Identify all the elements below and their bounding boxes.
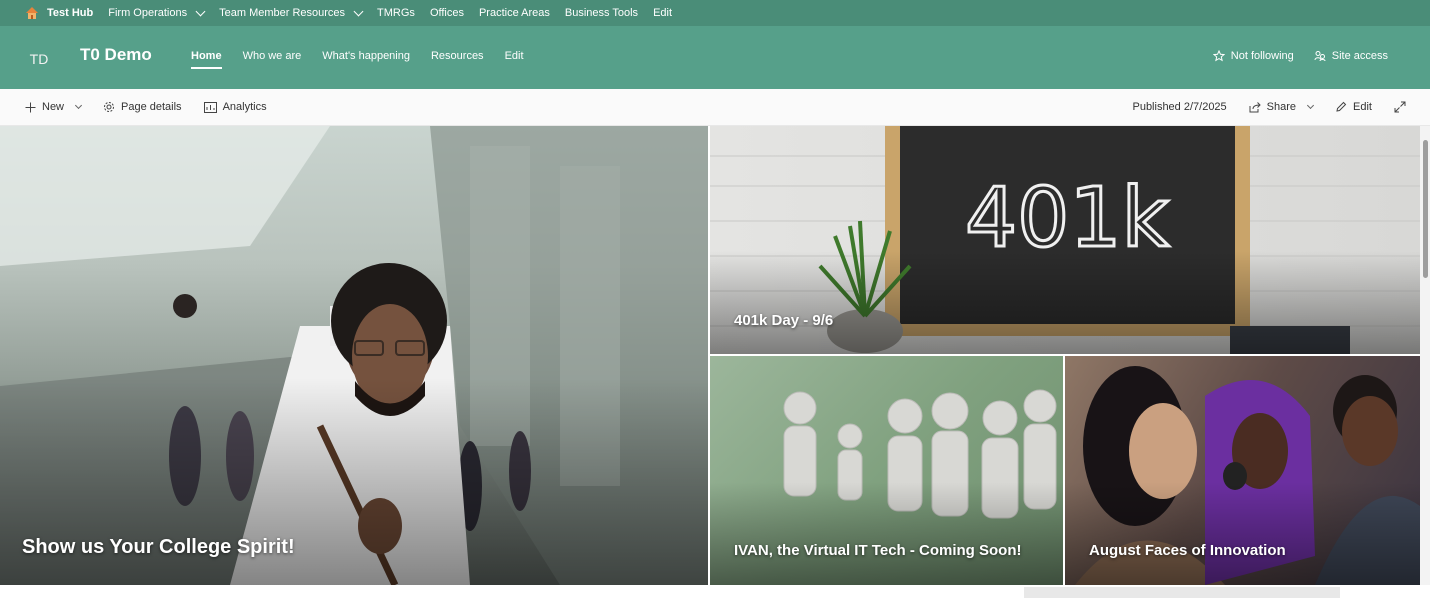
tile-shade (710, 481, 1063, 585)
nav-item-resources[interactable]: Resources (431, 50, 484, 69)
site-access-button[interactable]: Site access (1314, 50, 1388, 62)
hub-item-edit[interactable]: Edit (653, 7, 672, 19)
plus-icon (25, 102, 36, 112)
hub-title[interactable]: Test Hub (47, 7, 93, 19)
hub-home-icon[interactable] (24, 5, 40, 21)
horizontal-scrollbar[interactable] (1024, 587, 1340, 598)
nav-item-who-we-are[interactable]: Who we are (243, 50, 302, 69)
follow-button[interactable]: Not following (1212, 50, 1294, 62)
nav-item-home[interactable]: Home (191, 50, 222, 69)
hub-item-business-tools[interactable]: Business Tools (565, 7, 638, 19)
hero-tile-august-faces[interactable]: August Faces of Innovation (1065, 356, 1420, 585)
command-bar: New Page details Analytics Published 2/7… (0, 89, 1430, 126)
hero-tile-ivan[interactable]: IVAN, the Virtual IT Tech - Coming Soon! (710, 356, 1063, 585)
chevron-down-icon (353, 6, 364, 16)
hero-tile-college-spirit[interactable]: Show us Your College Spirit! (0, 126, 708, 585)
analytics-button[interactable]: Analytics (203, 101, 267, 113)
hub-item-tmrgs[interactable]: TMRGs (377, 7, 415, 19)
hub-item-practice-areas[interactable]: Practice Areas (479, 7, 550, 19)
share-icon (1249, 101, 1261, 112)
published-status: Published 2/7/2025 (1132, 101, 1227, 113)
tile-shade (1065, 481, 1420, 585)
chevron-down-icon (195, 6, 206, 16)
expand-icon[interactable] (1394, 101, 1406, 113)
site-title[interactable]: T0 Demo (80, 45, 152, 65)
nav-item-edit[interactable]: Edit (505, 50, 524, 69)
site-header: TD T0 Demo Home Who we are What's happen… (0, 26, 1430, 89)
scrollbar-thumb[interactable] (1423, 140, 1428, 278)
new-button[interactable]: New (25, 101, 83, 113)
hub-navigation-bar: Test Hub Firm Operations Team Member Res… (0, 0, 1430, 26)
hero-tile-401k-day[interactable]: 401k 401k Day - 9/6 (710, 126, 1420, 354)
edit-button[interactable]: Edit (1335, 101, 1372, 113)
hub-item-team-member-resources[interactable]: Team Member Resources (219, 6, 364, 19)
hub-item-offices[interactable]: Offices (430, 7, 464, 19)
hub-item-firm-operations[interactable]: Firm Operations (108, 6, 206, 19)
chevron-down-icon (74, 101, 83, 110)
tile-shade (710, 251, 1420, 354)
people-icon (1314, 51, 1326, 62)
page-scrollbar[interactable] (1420, 126, 1430, 585)
share-button[interactable]: Share (1249, 101, 1315, 113)
page-details-button[interactable]: Page details (103, 101, 182, 113)
hero-tile-title: August Faces of Innovation (1089, 542, 1286, 559)
gear-icon (104, 102, 115, 112)
nav-item-whats-happening[interactable]: What's happening (322, 50, 410, 69)
hero-section: Show us Your College Spirit! 401k 401k D… (0, 126, 1420, 585)
site-logo[interactable]: TD (22, 46, 56, 72)
hero-tile-title: Show us Your College Spirit! (22, 536, 295, 558)
analytics-icon (203, 101, 217, 113)
chevron-down-icon (1306, 101, 1315, 110)
hero-tile-title: IVAN, the Virtual IT Tech - Coming Soon! (734, 542, 1022, 559)
star-icon (1212, 50, 1225, 62)
pencil-icon (1336, 101, 1347, 112)
hero-tile-title: 401k Day - 9/6 (734, 312, 834, 329)
site-navigation: Home Who we are What's happening Resourc… (191, 50, 524, 69)
site-actions: Not following Site access (1212, 50, 1388, 62)
